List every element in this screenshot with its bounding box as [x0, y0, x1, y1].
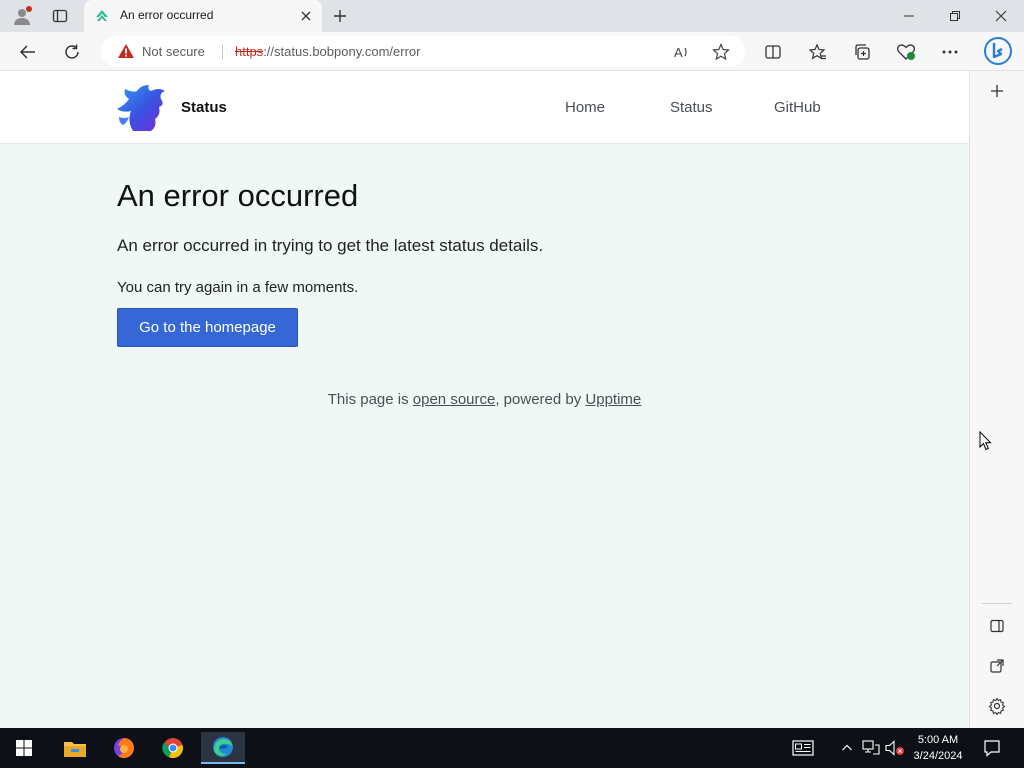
warning-icon[interactable]	[117, 43, 135, 64]
tab-actions-icon[interactable]	[48, 4, 72, 28]
system-clock[interactable]: 5:00 AM 3/24/2024	[905, 732, 971, 764]
tray-chevron-icon[interactable]	[837, 738, 857, 758]
clock-time: 5:00 AM	[917, 734, 959, 746]
more-icon[interactable]	[937, 39, 963, 65]
retry-hint: You can try again in a few moments.	[117, 279, 359, 296]
news-icon[interactable]	[791, 738, 815, 758]
security-status-label[interactable]: Not secure	[142, 44, 205, 59]
address-separator	[222, 44, 223, 60]
clock-date: 3/24/2024	[913, 750, 963, 762]
page-title: An error occurred	[117, 178, 359, 213]
file-explorer-icon[interactable]	[55, 732, 95, 764]
read-aloud-icon[interactable]: A	[671, 42, 691, 62]
minimize-icon[interactable]	[886, 0, 932, 32]
chrome-icon[interactable]	[153, 732, 193, 764]
svg-text:A: A	[674, 45, 683, 60]
back-icon[interactable]	[15, 39, 41, 65]
brand-name[interactable]: Status	[181, 99, 227, 116]
unicorn-logo-icon[interactable]	[115, 83, 167, 133]
upptime-link[interactable]: Upptime	[585, 391, 641, 408]
nav-link-status[interactable]: Status	[670, 99, 713, 116]
close-window-icon[interactable]	[978, 0, 1024, 32]
browser-toolbar: Not secure https://status.bobpony.com/er…	[0, 32, 1024, 71]
error-description: An error occurred in trying to get the l…	[117, 236, 544, 255]
browser-tab-strip: An error occurred	[0, 0, 1024, 32]
address-bar[interactable]: Not secure https://status.bobpony.com/er…	[101, 36, 745, 67]
favorite-star-icon[interactable]	[711, 42, 731, 62]
tab-title: An error occurred	[120, 8, 214, 22]
nav-link-home[interactable]: Home	[565, 99, 605, 116]
url-text[interactable]: https://status.bobpony.com/error	[235, 44, 420, 59]
bing-copilot-icon[interactable]	[982, 35, 1014, 67]
site-header: Status Home Status GitHub	[0, 71, 969, 144]
split-screen-icon[interactable]	[760, 39, 786, 65]
page-content: Status Home Status GitHub An error occur…	[0, 71, 969, 728]
close-tab-icon[interactable]	[298, 8, 314, 24]
refresh-icon[interactable]	[59, 39, 85, 65]
mouse-cursor-icon	[979, 430, 993, 456]
url-path: ://status.bobpony.com/error	[263, 44, 421, 59]
new-tab-icon[interactable]	[328, 4, 352, 28]
add-sidebar-icon[interactable]	[985, 79, 1009, 103]
edge-icon[interactable]	[201, 732, 245, 764]
notifications-icon[interactable]	[982, 738, 1002, 758]
footer-middle: , powered by	[495, 391, 586, 408]
edge-sidebar	[969, 71, 1024, 728]
collections-icon[interactable]	[849, 39, 875, 65]
restore-icon[interactable]	[932, 0, 978, 32]
nav-link-github[interactable]: GitHub	[774, 99, 821, 116]
network-icon[interactable]	[861, 738, 881, 758]
open-source-link[interactable]: open source	[413, 391, 496, 408]
sidebar-divider	[982, 603, 1012, 604]
volume-muted-icon[interactable]	[885, 738, 905, 758]
favorites-icon[interactable]	[805, 39, 831, 65]
profile-icon[interactable]	[10, 4, 34, 28]
external-open-icon[interactable]	[985, 654, 1009, 678]
browser-essentials-icon[interactable]	[893, 39, 919, 65]
sidebar-toggle-icon[interactable]	[985, 614, 1009, 638]
settings-icon[interactable]	[985, 694, 1009, 718]
firefox-icon[interactable]	[104, 732, 144, 764]
upptime-favicon-icon	[94, 8, 110, 29]
go-to-homepage-button[interactable]: Go to the homepage	[117, 308, 298, 347]
page-footer: This page is open source, powered by Upp…	[0, 391, 969, 408]
active-tab[interactable]: An error occurred	[84, 0, 322, 32]
windows-taskbar: 5:00 AM 3/24/2024	[0, 728, 1024, 768]
footer-prefix: This page is	[327, 391, 413, 408]
windows-start-icon[interactable]	[4, 732, 44, 764]
url-scheme: https	[235, 44, 264, 59]
